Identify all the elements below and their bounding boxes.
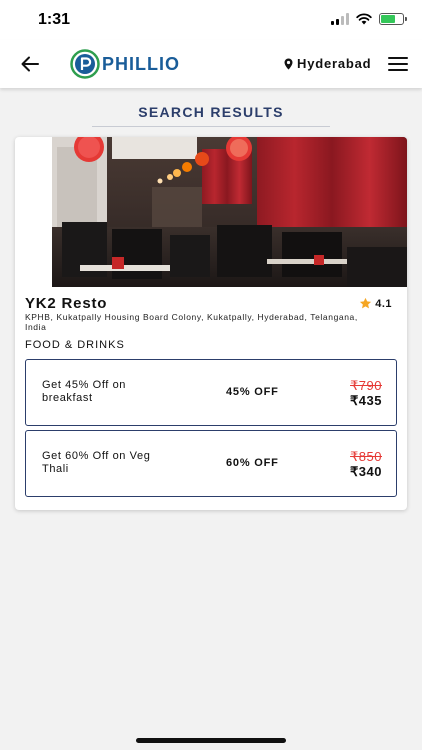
signal-icon [331,13,349,25]
star-icon [360,297,372,309]
back-arrow-icon [21,56,39,72]
restaurant-name[interactable]: YK2 Resto [25,295,107,312]
phillio-logo-mark [70,49,100,79]
location-pin-icon [284,58,293,69]
home-indicator[interactable] [136,738,286,743]
status-icons [331,13,407,25]
back-button[interactable] [18,52,42,76]
original-price: ₹850 [350,449,382,464]
restaurant-card[interactable]: YK2 Resto 4.1 KPHB, Kukatpally Housing B… [15,137,407,510]
status-time: 1:31 [38,11,71,28]
category-label: FOOD & DRINKS [25,339,125,351]
original-price: ₹790 [350,378,382,393]
restaurant-address: KPHB, Kukatpally Housing Board Colony, K… [25,312,358,332]
rating-value: 4.1 [375,297,392,310]
location-selector[interactable]: Hyderabad [284,56,371,71]
offer-discount: 60% OFF [226,457,279,469]
phillio-logo: PHILLIO [70,49,180,79]
offer-description: Get 45% Off on breakfast [42,379,127,404]
offer-card[interactable]: Get 60% Off on Veg Thali 60% OFF ₹850 ₹3… [25,430,397,497]
offer-discount: 45% OFF [226,386,279,398]
hamburger-menu-icon[interactable] [388,57,408,71]
section-title: SEARCH RESULTS [92,104,330,127]
wifi-icon [356,13,372,25]
battery-icon [379,13,407,25]
status-bar: 1:31 [0,0,422,40]
logo-text: PHILLIO [102,53,180,74]
rating: 4.1 [359,297,392,310]
restaurant-photo-image [52,137,407,287]
offer-description: Get 60% Off on Veg Thali [42,450,151,475]
app-header: PHILLIO Hyderabad [0,40,422,88]
final-price: ₹435 [350,393,382,408]
restaurant-photo[interactable] [52,137,407,287]
final-price: ₹340 [350,464,382,479]
location-label: Hyderabad [297,56,372,71]
offer-card[interactable]: Get 45% Off on breakfast 45% OFF ₹790 ₹4… [25,359,397,426]
